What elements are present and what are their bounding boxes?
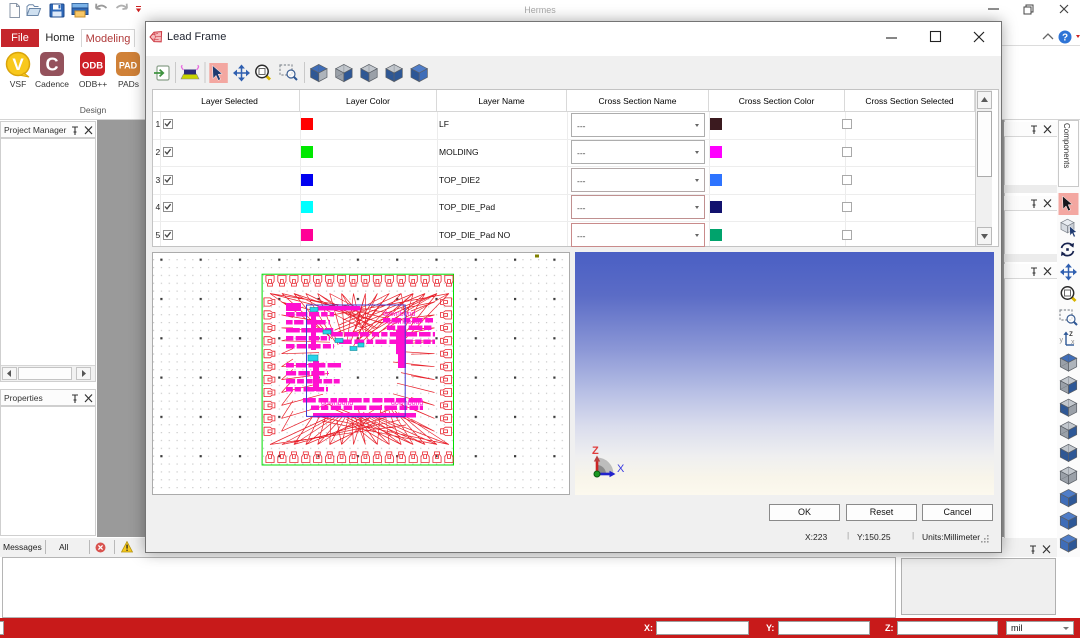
svg-text:downbond: downbond	[321, 400, 353, 407]
svg-text:?: ?	[1062, 33, 1068, 44]
svg-text:y: y	[1060, 337, 1064, 344]
svg-text:downbond: downbond	[391, 400, 423, 407]
svg-text:PAD: PAD	[119, 61, 138, 71]
svg-text:V: V	[12, 55, 24, 74]
svg-text:C: C	[46, 55, 59, 75]
svg-text:x: x	[1071, 339, 1075, 346]
svg-text:z: z	[1069, 329, 1073, 338]
svg-text:downbond: downbond	[383, 311, 415, 318]
svg-text:downbond: downbond	[387, 319, 419, 326]
svg-text:ODB: ODB	[82, 61, 103, 72]
svg-text:Z: Z	[592, 445, 599, 457]
svg-text:X: X	[617, 463, 625, 475]
